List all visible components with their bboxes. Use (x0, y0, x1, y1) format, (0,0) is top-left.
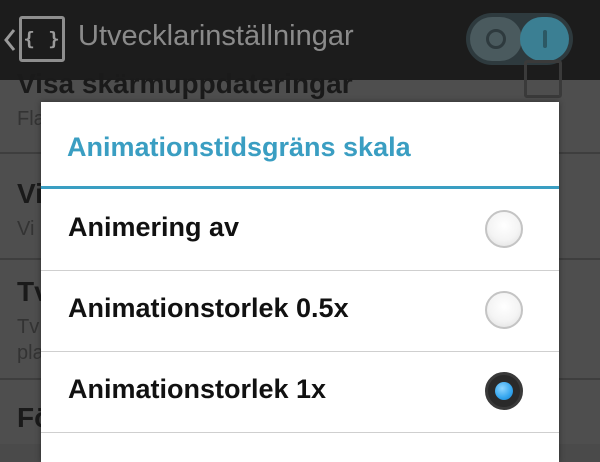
option-animation-scale-0-5x[interactable]: Animationstorlek 0.5x (41, 271, 559, 352)
developer-braces-icon[interactable]: { } (19, 16, 65, 62)
setting-summary: pla (17, 342, 44, 364)
option-label: Animationstorlek 0.5x (68, 293, 349, 323)
setting-title: Visa skärmuppdateringar (17, 68, 353, 99)
option-animation-off[interactable]: Animering av (41, 190, 559, 271)
setting-summary: Tv (17, 316, 40, 338)
animation-scale-dialog: Animationstidsgräns skala Animering av A… (41, 102, 559, 462)
toggle-off-side (470, 17, 522, 61)
dialog-divider (41, 186, 559, 189)
setting-title: Vi (17, 178, 43, 209)
radio-button[interactable] (485, 210, 523, 248)
toggle-on-side (520, 17, 569, 61)
radio-button-selected[interactable] (485, 372, 523, 410)
setting-checkbox[interactable] (524, 60, 562, 98)
radio-button[interactable] (485, 291, 523, 329)
option-label: Animationstorlek 1x (68, 374, 327, 404)
dialog-title: Animationstidsgräns skala (67, 132, 411, 162)
master-switch-toggle[interactable] (466, 13, 573, 65)
setting-summary: Vi (17, 218, 35, 240)
option-label: Animering av (68, 212, 240, 242)
page-title: Utvecklarinställningar (78, 20, 354, 52)
chevron-left-icon[interactable] (3, 25, 17, 55)
option-animation-scale-1x[interactable]: Animationstorlek 1x (41, 352, 559, 433)
